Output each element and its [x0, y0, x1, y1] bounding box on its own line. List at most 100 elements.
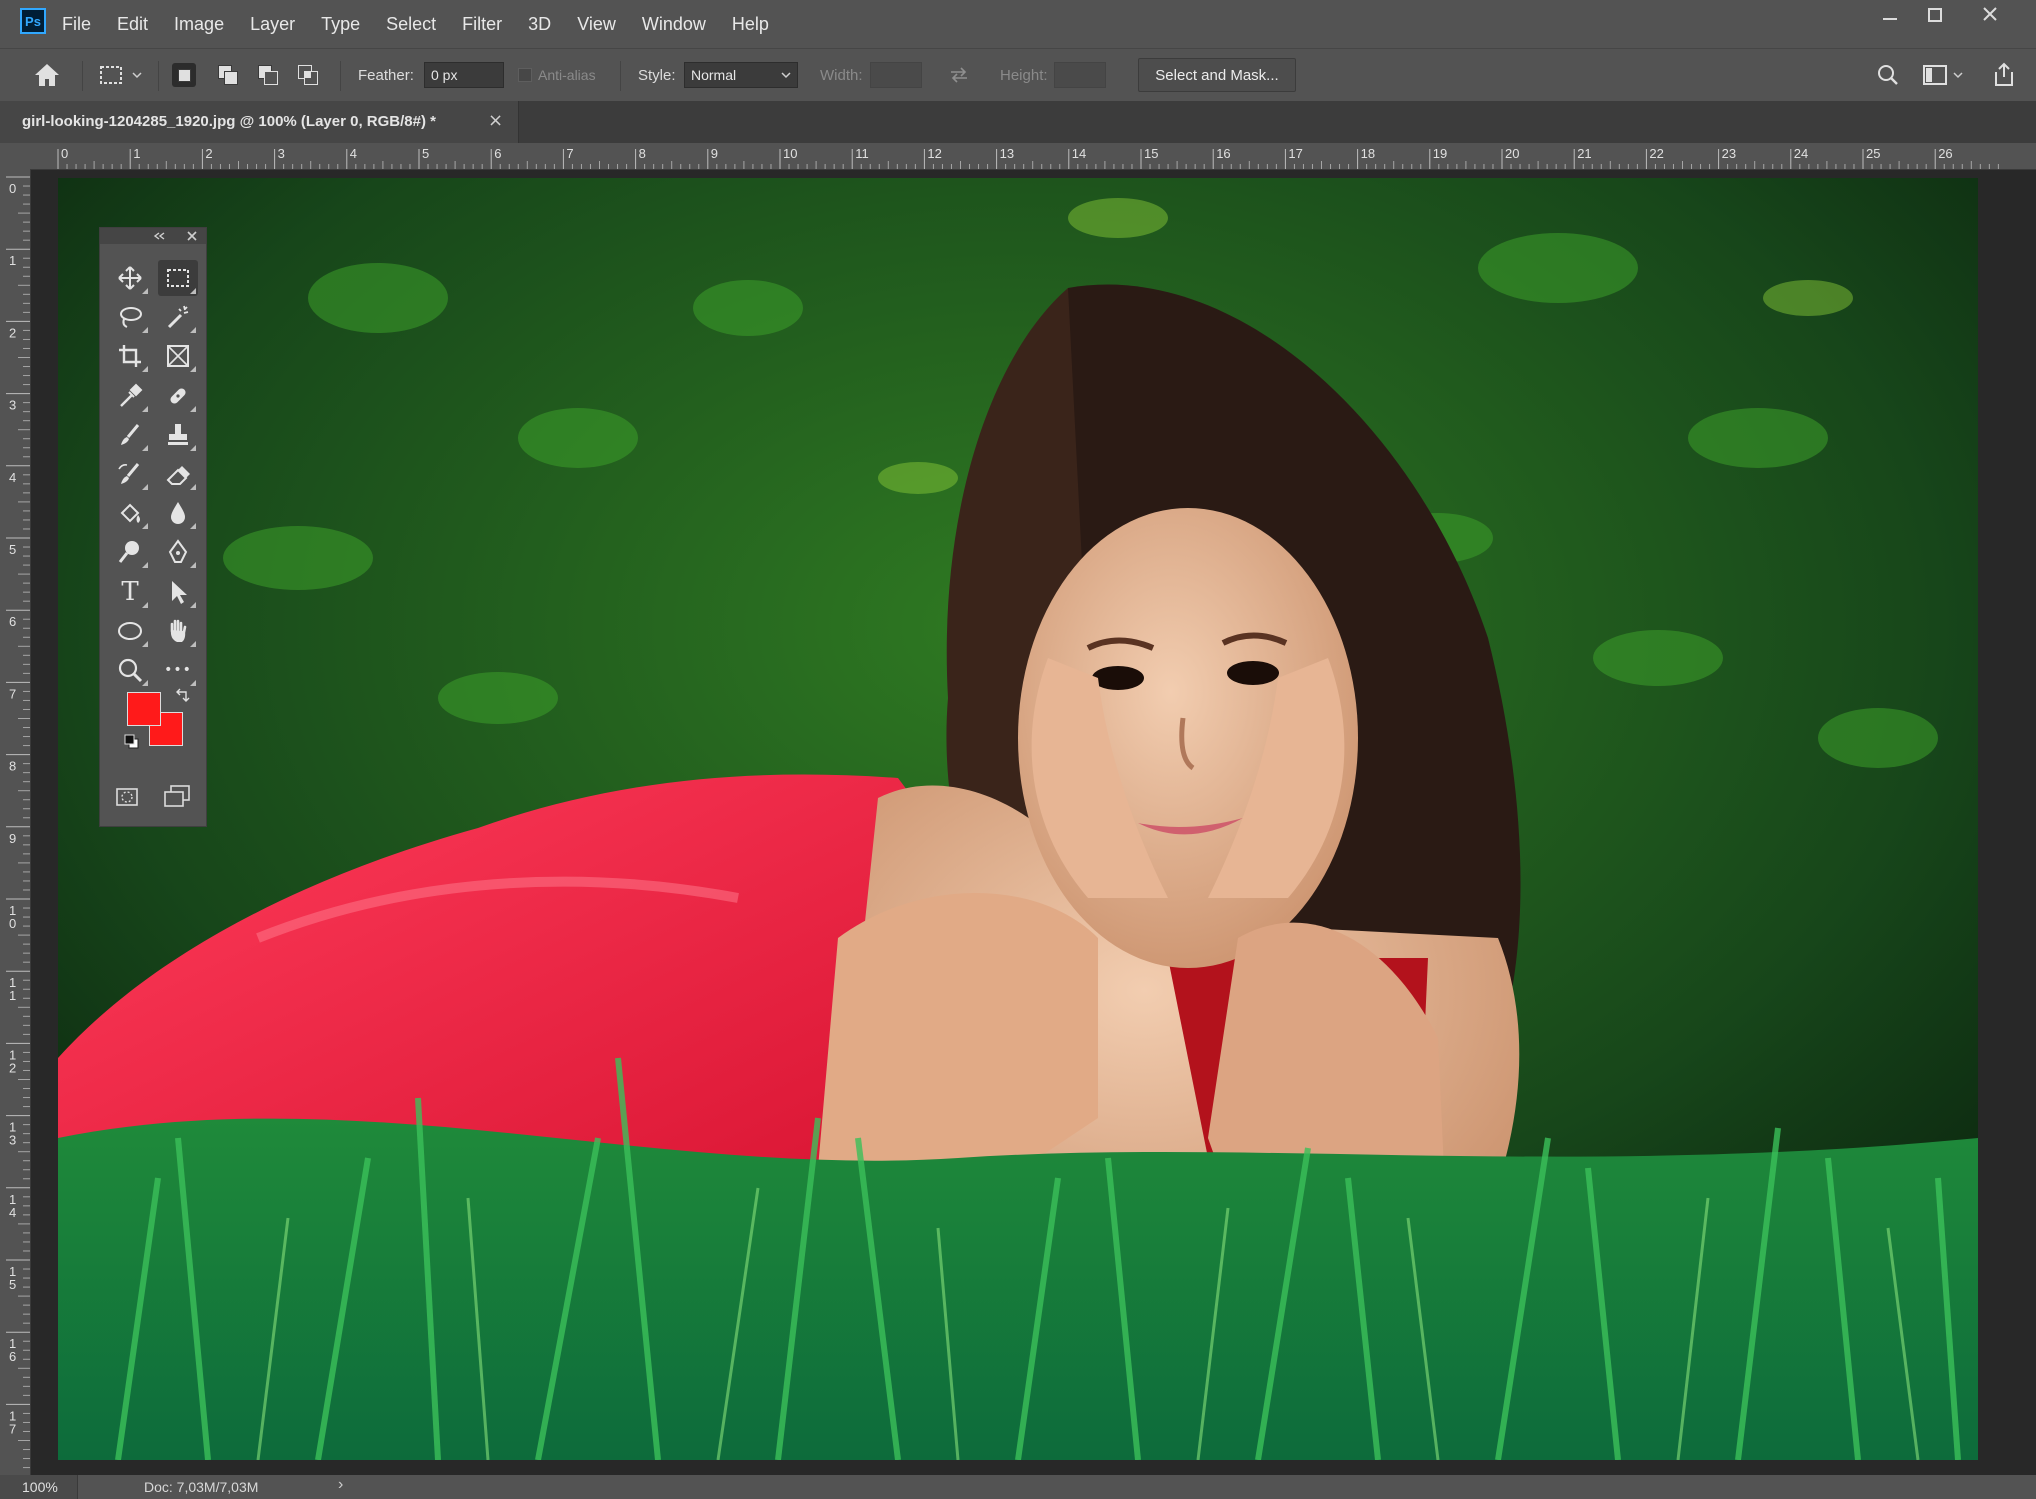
share-button[interactable] [1992, 49, 2016, 101]
tool-paint-bucket-button[interactable] [110, 495, 150, 531]
foreground-color-swatch[interactable] [127, 692, 161, 726]
tool-preset-picker[interactable] [98, 49, 144, 101]
tool-history-brush-button[interactable] [110, 456, 150, 492]
dodge-icon [118, 541, 139, 564]
ruler-label: 26 [1938, 146, 1952, 161]
document-tab-title: girl-looking-1204285_1920.jpg @ 100% (La… [22, 113, 436, 130]
ruler-label: 11 [855, 146, 869, 161]
width-input[interactable] [870, 62, 922, 88]
swap-colors-icon[interactable] [174, 688, 190, 704]
tool-blur-button[interactable] [158, 495, 198, 531]
document-image[interactable] [58, 178, 1978, 1460]
quick-mask-icon[interactable] [114, 784, 142, 810]
tool-hand-button[interactable] [158, 613, 198, 649]
search-button[interactable] [1876, 49, 1900, 101]
style-dropdown[interactable]: Normal [684, 62, 798, 88]
ruler-label: 4 [9, 470, 16, 485]
photoshop-logo-icon[interactable]: Ps [20, 8, 46, 34]
workspace-button[interactable] [1922, 49, 1966, 101]
tool-crop-button[interactable] [110, 338, 150, 374]
selection-mode-new[interactable] [172, 49, 196, 101]
select-and-mask-button[interactable]: Select and Mask... [1138, 58, 1296, 92]
menu-3d[interactable]: 3D [528, 14, 551, 35]
ruler-label: 2 [205, 146, 212, 161]
tool-eyedropper-button[interactable] [110, 378, 150, 414]
tool-clone-stamp-button[interactable] [158, 417, 198, 453]
close-icon [1983, 7, 1997, 21]
tools-panel-header[interactable] [100, 228, 206, 244]
healing-brush-icon [170, 388, 186, 404]
magic-wand-icon [167, 305, 189, 329]
menu-type[interactable]: Type [321, 14, 360, 35]
ellipse-icon [118, 621, 142, 640]
tool-group-indicator-icon [142, 640, 148, 647]
menu-edit[interactable]: Edit [117, 14, 148, 35]
tool-frame-button[interactable] [158, 338, 198, 374]
menu-select[interactable]: Select [386, 14, 436, 35]
tool-move-button[interactable] [110, 260, 150, 296]
menu-filter[interactable]: Filter [462, 14, 502, 35]
document-tab[interactable]: girl-looking-1204285_1920.jpg @ 100% (La… [0, 101, 519, 143]
ruler-label: 3 [9, 1133, 16, 1148]
selection-mode-add[interactable] [216, 49, 240, 101]
swap-dimensions-button[interactable] [948, 49, 970, 101]
tool-brush-button[interactable] [110, 417, 150, 453]
tool-healing-brush-button[interactable] [158, 378, 198, 414]
tool-magic-wand-button[interactable] [158, 299, 198, 335]
zoom-icon [118, 658, 143, 683]
ruler-corner[interactable] [0, 143, 31, 170]
panel-header-icons [153, 231, 197, 241]
tool-group-indicator-icon [190, 484, 196, 490]
selection-mode-subtract[interactable] [256, 49, 280, 101]
ruler-label: 0 [9, 181, 16, 196]
ruler-label: 1 [9, 253, 16, 268]
maximize-button[interactable] [1915, 6, 1955, 30]
vertical-ruler-ticks: 01234567891011121314151617 [6, 176, 30, 1469]
screen-mode-icon[interactable] [162, 782, 192, 810]
more-tools-icon: ••• [164, 662, 192, 678]
tool-path-selection-button[interactable] [158, 574, 198, 610]
feather-input[interactable]: 0 px [424, 62, 504, 88]
checkbox-icon [518, 68, 532, 82]
tool-ellipse-button[interactable] [110, 613, 150, 649]
minimize-icon [1883, 18, 1897, 20]
ruler-label: 25 [1866, 146, 1880, 161]
search-icon [1878, 65, 1898, 85]
tool-lasso-button[interactable] [110, 299, 150, 335]
menu-window[interactable]: Window [642, 14, 706, 35]
tool-zoom-button[interactable] [110, 652, 150, 688]
ruler-label: 15 [1144, 146, 1158, 161]
menu-image[interactable]: Image [174, 14, 224, 35]
horizontal-ruler[interactable]: 0 1 2 3 4 5 6 7 8 9 10 11 12 13 14 15 16 17 18 19 20 21 22 23 24… [30, 143, 2036, 170]
minimize-button[interactable] [1870, 6, 1910, 30]
menu-help[interactable]: Help [732, 14, 769, 35]
zoom-level-field[interactable]: 100% [0, 1475, 78, 1499]
menu-file[interactable]: File [62, 14, 91, 35]
close-window-button[interactable] [1970, 6, 2010, 30]
close-tab-icon[interactable]: × [488, 110, 503, 131]
paint-bucket-icon [120, 503, 140, 524]
feather-label: Feather: [358, 66, 414, 84]
ruler-label: 6 [494, 146, 501, 161]
status-menu-arrow[interactable]: › [338, 1476, 343, 1494]
home-button[interactable] [32, 49, 62, 101]
vertical-ruler[interactable]: 01234567891011121314151617 [0, 169, 31, 1475]
tool-more-tools-button[interactable]: ••• [158, 652, 198, 688]
tool-group-indicator-icon [190, 405, 196, 412]
document-tab-bar: girl-looking-1204285_1920.jpg @ 100% (La… [0, 101, 2036, 143]
height-input[interactable] [1054, 62, 1106, 88]
tool-pen-button[interactable] [158, 534, 198, 570]
antialias-checkbox[interactable] [518, 49, 532, 101]
tool-group-indicator-icon [190, 288, 196, 294]
tool-rect-marquee-button[interactable] [158, 260, 198, 296]
tool-type-button[interactable]: T [110, 574, 150, 610]
menu-view[interactable]: View [577, 14, 616, 35]
selection-mode-intersect[interactable] [296, 49, 320, 101]
tool-group-indicator-icon [142, 680, 148, 686]
rect-marquee-icon [167, 269, 189, 287]
menu-layer[interactable]: Layer [250, 14, 295, 35]
tool-eraser-button[interactable] [158, 456, 198, 492]
tool-dodge-button[interactable] [110, 534, 150, 570]
ruler-label: 6 [9, 614, 16, 629]
default-colors-icon[interactable] [124, 734, 140, 750]
